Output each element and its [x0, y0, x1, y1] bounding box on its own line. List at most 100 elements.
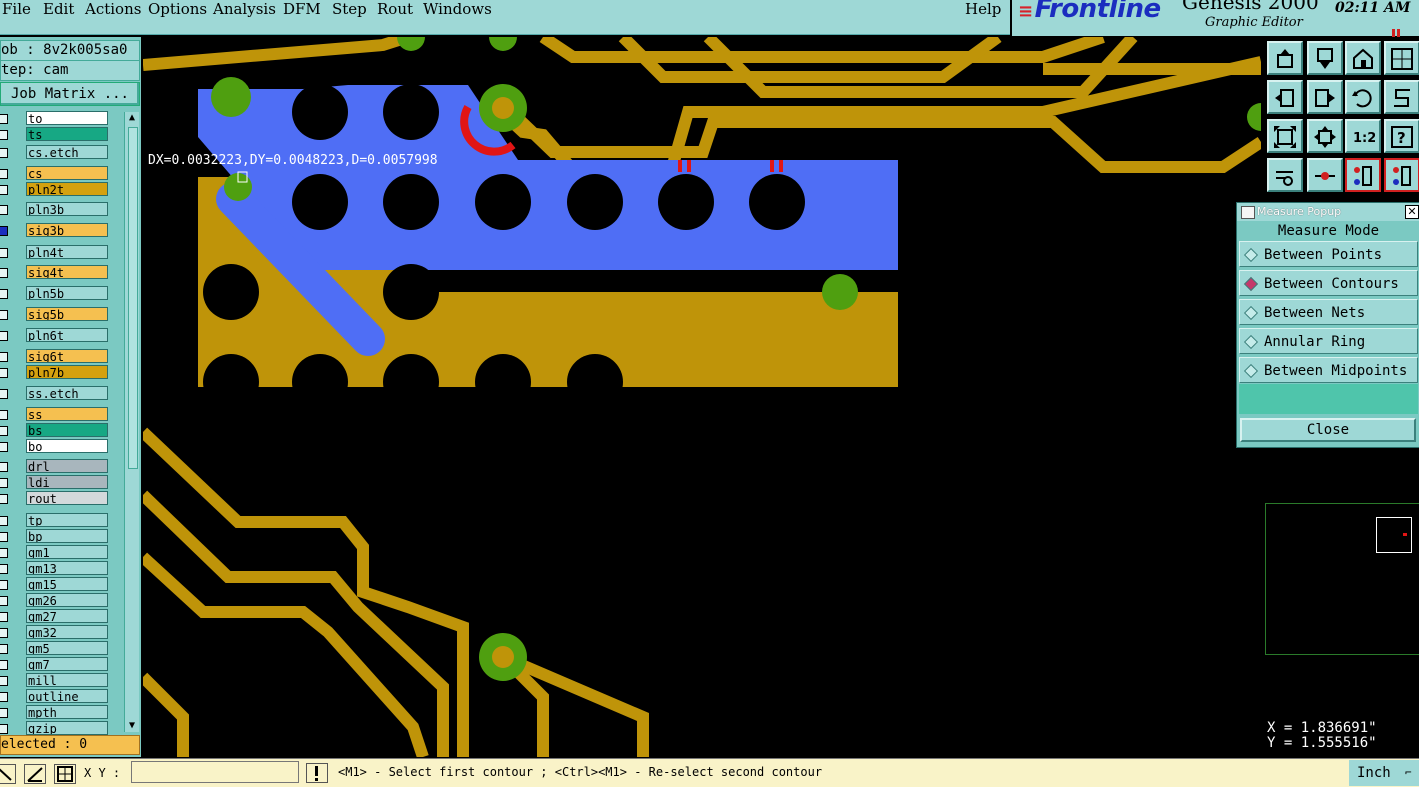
radio-diamond-icon[interactable]	[1243, 247, 1259, 263]
layer-name[interactable]: gm5	[26, 641, 108, 655]
layer-row-pln3b[interactable]: pln3b	[0, 202, 110, 217]
help-icon[interactable]: ?	[1384, 119, 1419, 153]
layer-checkbox[interactable]	[0, 660, 8, 670]
layer-name[interactable]: gm27	[26, 609, 108, 623]
layer-name[interactable]: outline	[26, 689, 108, 703]
layer-name[interactable]: gzip	[26, 721, 108, 735]
menu-options[interactable]: Options	[148, 0, 207, 18]
zoom-fit-icon[interactable]	[1267, 119, 1303, 153]
menu-edit[interactable]: Edit	[43, 0, 74, 18]
home-icon[interactable]	[1345, 41, 1381, 75]
layer-checkbox[interactable]	[0, 516, 8, 526]
layer-row-gm32[interactable]: gm32	[0, 625, 110, 640]
layer-row-sig6t[interactable]: sig6t	[0, 349, 110, 364]
layer-row-cs[interactable]: cs	[0, 166, 110, 181]
layer-name[interactable]: gm15	[26, 577, 108, 591]
layer-scrollbar[interactable]: ▲ ▼	[124, 112, 139, 732]
layer-checkbox[interactable]	[0, 692, 8, 702]
angle-icon[interactable]	[24, 764, 46, 784]
snap-icon[interactable]	[0, 764, 16, 784]
menu-dfm[interactable]: DFM	[283, 0, 321, 18]
layer-row-bs[interactable]: bs	[0, 423, 110, 438]
layer-row-to[interactable]: to	[0, 111, 110, 126]
scroll-up-icon[interactable]: ▲	[126, 112, 138, 124]
layer-name[interactable]: bs	[26, 423, 108, 437]
scale-1to2-icon[interactable]: 1:2	[1345, 119, 1381, 153]
tools-icon[interactable]	[1267, 158, 1303, 192]
layer-row-gm13[interactable]: gm13	[0, 561, 110, 576]
layer-name[interactable]: gm1	[26, 545, 108, 559]
layer-row-ldi[interactable]: ldi	[0, 475, 110, 490]
layer-row-pln7b[interactable]: pln7b	[0, 365, 110, 380]
net-compare-icon[interactable]	[1384, 158, 1419, 192]
layer-name[interactable]: pln6t	[26, 328, 108, 342]
layer-name[interactable]: pln7b	[26, 365, 108, 379]
layer-checkbox[interactable]	[0, 310, 8, 320]
menu-windows[interactable]: Windows	[423, 0, 492, 18]
zoom-down-icon[interactable]	[1307, 41, 1343, 75]
layer-row-pln5b[interactable]: pln5b	[0, 286, 110, 301]
measure-option-between-contours[interactable]: Between Contours	[1239, 270, 1418, 296]
close-button[interactable]: Close	[1240, 418, 1416, 442]
layer-name[interactable]: cs	[26, 166, 108, 180]
layer-row-rout[interactable]: rout	[0, 491, 110, 506]
menu-rout[interactable]: Rout	[377, 0, 413, 18]
layer-row-gm7[interactable]: gm7	[0, 657, 110, 672]
layer-name[interactable]: ts	[26, 127, 108, 141]
radio-diamond-icon[interactable]	[1243, 305, 1259, 321]
center-icon[interactable]	[1307, 119, 1343, 153]
layer-name[interactable]: sig5b	[26, 307, 108, 321]
pan-right-icon[interactable]	[1307, 80, 1343, 114]
layer-checkbox[interactable]	[0, 368, 8, 378]
layer-name[interactable]: cs.etch	[26, 145, 108, 159]
layer-name[interactable]: mpth	[26, 705, 108, 719]
alert-icon[interactable]	[306, 763, 328, 783]
layer-row-gzip[interactable]: gzip	[0, 721, 110, 736]
layer-checkbox[interactable]	[0, 532, 8, 542]
measure-option-between-nets[interactable]: Between Nets	[1239, 299, 1418, 325]
layer-name[interactable]: ldi	[26, 475, 108, 489]
layer-checkbox[interactable]	[0, 114, 8, 124]
layer-name[interactable]: sig4t	[26, 265, 108, 279]
layer-row-gm1[interactable]: gm1	[0, 545, 110, 560]
close-icon[interactable]: ✕	[1405, 205, 1419, 219]
layer-row-bo[interactable]: bo	[0, 439, 110, 454]
layer-checkbox[interactable]	[0, 389, 8, 399]
layer-row-pln4t[interactable]: pln4t	[0, 245, 110, 260]
layer-name[interactable]: pln2t	[26, 182, 108, 196]
layer-checkbox[interactable]	[0, 494, 8, 504]
layer-checkbox[interactable]	[0, 478, 8, 488]
layer-checkbox[interactable]	[0, 676, 8, 686]
scroll-down-icon[interactable]: ▼	[126, 720, 138, 732]
layer-checkbox[interactable]	[0, 268, 8, 278]
layer-row-mill[interactable]: mill	[0, 673, 110, 688]
overview-map[interactable]	[1265, 503, 1419, 655]
layer-row-cs-etch[interactable]: cs.etch	[0, 145, 110, 160]
layer-checkbox[interactable]	[0, 442, 8, 452]
radio-diamond-icon[interactable]	[1243, 276, 1259, 292]
layer-name[interactable]: mill	[26, 673, 108, 687]
layer-checkbox[interactable]	[0, 628, 8, 638]
overview-viewport[interactable]	[1376, 517, 1412, 553]
layer-checkbox[interactable]	[0, 248, 8, 258]
layer-checkbox[interactable]	[0, 185, 8, 195]
layer-name[interactable]: rout	[26, 491, 108, 505]
layer-name[interactable]: tp	[26, 513, 108, 527]
radio-diamond-icon[interactable]	[1243, 363, 1259, 379]
measure-option-between-midpoints[interactable]: Between Midpoints	[1239, 357, 1418, 383]
layer-name[interactable]: ss	[26, 407, 108, 421]
scroll-thumb[interactable]	[128, 127, 138, 469]
measure-tool-icon[interactable]	[1307, 158, 1343, 192]
layer-checkbox[interactable]	[0, 426, 8, 436]
layer-name[interactable]: gm13	[26, 561, 108, 575]
layer-row-pln2t[interactable]: pln2t	[0, 182, 110, 197]
measure-option-annular-ring[interactable]: Annular Ring	[1239, 328, 1418, 354]
layer-row-sig5b[interactable]: sig5b	[0, 307, 110, 322]
layer-checkbox[interactable]	[0, 612, 8, 622]
layer-row-tp[interactable]: tp	[0, 513, 110, 528]
layer-checkbox[interactable]	[0, 462, 8, 472]
undo-view-icon[interactable]	[1345, 80, 1381, 114]
layer-name[interactable]: pln4t	[26, 245, 108, 259]
fit-window-icon[interactable]	[1384, 41, 1419, 75]
layer-checkbox[interactable]	[0, 331, 8, 341]
